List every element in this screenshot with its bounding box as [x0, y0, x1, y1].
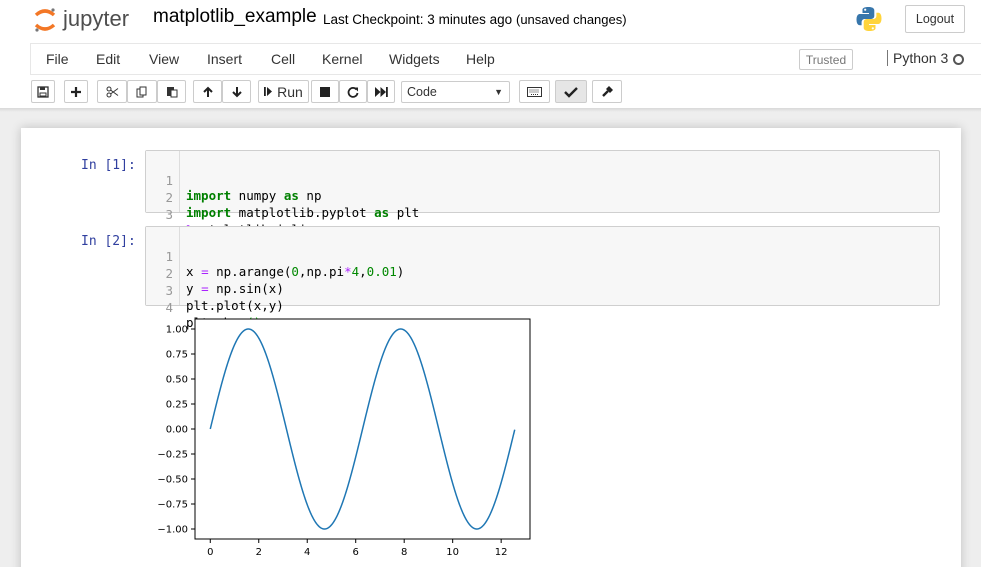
line-number: 3	[165, 207, 173, 222]
logo-text: jupyter	[62, 6, 129, 31]
notebook-container: In [1]: 1 import numpy as np 2 import ma…	[21, 128, 961, 567]
cut-button[interactable]	[97, 80, 127, 103]
y-tick-label: 0.75	[166, 350, 188, 361]
x-tick-label: 10	[446, 547, 459, 556]
cell-type-select[interactable]: Code ▼	[401, 81, 510, 103]
kernel-name: Python 3	[887, 50, 948, 66]
menu-cell[interactable]: Cell	[271, 51, 295, 67]
restart-run-all-button[interactable]	[367, 80, 395, 103]
y-tick-label: −1.00	[157, 525, 188, 536]
menu-view[interactable]: View	[149, 51, 179, 67]
chevron-down-icon: ▼	[494, 87, 503, 97]
logout-button[interactable]: Logout	[905, 5, 965, 33]
x-tick-label: 6	[353, 547, 359, 556]
command-palette-button[interactable]	[519, 80, 550, 103]
copy-button[interactable]	[127, 80, 157, 103]
stop-icon	[320, 86, 330, 97]
menu-edit[interactable]: Edit	[96, 51, 120, 67]
restart-button[interactable]	[339, 80, 367, 103]
x-tick-label: 8	[401, 547, 407, 556]
celltoolbar-check-button[interactable]	[555, 80, 587, 103]
insert-cell-button[interactable]	[64, 80, 88, 103]
cell-type-value: Code	[407, 85, 437, 99]
trusted-indicator[interactable]: Trusted	[799, 49, 853, 70]
menu-insert[interactable]: Insert	[207, 51, 242, 67]
python-logo-icon	[855, 5, 883, 36]
copy-icon	[136, 86, 147, 97]
cut-icon	[106, 86, 118, 97]
menubar: File Edit View Insert Cell Kernel Widget…	[30, 43, 981, 75]
notebook-name[interactable]: matplotlib_example	[153, 6, 317, 28]
menu-file[interactable]: File	[46, 51, 69, 67]
plus-icon	[71, 86, 81, 97]
cell-2-input[interactable]: 1 x = np.arange(0,np.pi*4,0.01) 2 y = np…	[145, 226, 940, 330]
sine-plot: 0 2 4 6 8 10 12 1.00 0.75 0.50 0.25 0.00 −0.25 −0.50 −…	[157, 318, 531, 558]
jupyter-logo[interactable]: jupyter	[33, 5, 143, 38]
header-shadow	[0, 108, 981, 112]
code-line: 1 x = np.arange(0,np.pi*4,0.01)	[146, 234, 936, 279]
paste-button[interactable]	[157, 80, 186, 103]
keyboard-icon	[527, 86, 542, 97]
arrow-down-icon	[231, 86, 242, 97]
y-tick-label: 0.25	[166, 400, 188, 411]
x-tick-label: 0	[207, 547, 213, 556]
code-line: 2 import matplotlib.pyplot as plt	[146, 175, 936, 220]
x-tick-label: 2	[256, 547, 262, 556]
code-line: 4 plt.show()	[146, 285, 936, 330]
menu-widgets[interactable]: Widgets	[389, 51, 440, 67]
x-tick-label: 4	[304, 547, 310, 556]
menu-help[interactable]: Help	[466, 51, 495, 67]
save-button[interactable]	[31, 80, 55, 103]
code-line: 1 import numpy as np	[146, 158, 936, 203]
wrench-icon	[601, 86, 613, 97]
move-down-button[interactable]	[222, 80, 251, 103]
restart-icon	[347, 86, 359, 98]
fast-forward-icon	[374, 86, 388, 97]
cell-1-input[interactable]: 1 import numpy as np 2 import matplotlib…	[145, 150, 940, 237]
run-button[interactable]: Run	[258, 80, 309, 103]
check-icon	[564, 86, 578, 98]
code-line: 3 %matplotlib inline	[146, 192, 936, 237]
tools-button[interactable]	[592, 80, 622, 103]
header: jupyter matplotlib_example Last Checkpoi…	[0, 0, 981, 108]
arrow-up-icon	[202, 86, 213, 97]
cell-2-prompt: In [2]:	[81, 234, 136, 249]
save-icon	[37, 85, 49, 98]
x-tick-label: 12	[495, 547, 508, 556]
y-tick-label: −0.50	[157, 475, 188, 486]
y-tick-label: 0.00	[166, 425, 188, 436]
y-tick-label: 1.00	[166, 325, 188, 336]
line-number: 4	[165, 300, 173, 315]
y-tick-label: 0.50	[166, 375, 188, 386]
y-tick-label: −0.25	[157, 450, 188, 461]
move-up-button[interactable]	[193, 80, 222, 103]
code-line: 2 y = np.sin(x)	[146, 251, 936, 296]
menu-kernel[interactable]: Kernel	[322, 51, 362, 67]
kernel-idle-icon	[953, 54, 964, 65]
interrupt-button[interactable]	[311, 80, 339, 103]
paste-icon	[166, 86, 177, 97]
code-line: 3 plt.plot(x,y)	[146, 268, 936, 313]
checkpoint-status: Last Checkpoint: 3 minutes ago	[323, 12, 513, 27]
run-label: Run	[277, 83, 303, 100]
cell-1-prompt: In [1]:	[81, 158, 136, 173]
y-tick-label: −0.75	[157, 500, 188, 511]
plot-output: 0 2 4 6 8 10 12 1.00 0.75 0.50 0.25 0.00 −0.25 −0.50 −…	[145, 316, 545, 559]
autosave-status: (unsaved changes)	[516, 12, 627, 27]
step-forward-icon	[264, 87, 273, 96]
